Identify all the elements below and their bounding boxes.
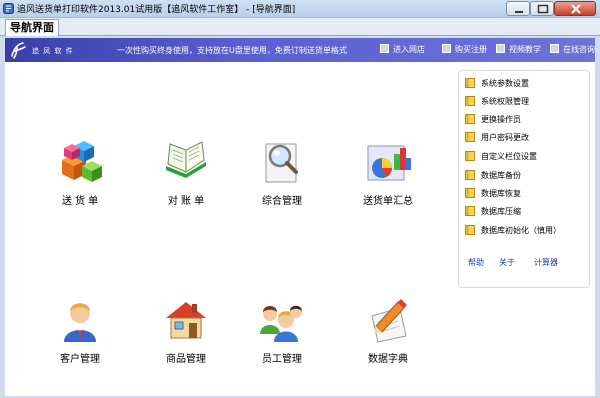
magnifier-icon (265, 143, 298, 183)
app-icon (3, 3, 14, 14)
tab-bar: 导航界面 (0, 18, 600, 36)
checkbox-icon (496, 44, 505, 53)
book-icon (465, 170, 475, 180)
logo-icon (11, 42, 26, 59)
person-icon (64, 303, 96, 342)
house-icon (166, 302, 206, 339)
people-icon (260, 305, 302, 342)
slogan-text: 一次性购买终身使用，支持放在U盘里使用，免费订制送货单格式 (117, 46, 347, 55)
book-icon (465, 78, 475, 88)
help-link[interactable]: 帮助 (468, 257, 484, 268)
book-icon (465, 132, 475, 142)
menu-item-db-restore[interactable]: 数据库恢复 (465, 188, 521, 200)
menu-item-system-params[interactable]: 系统参数设置 (465, 78, 529, 90)
tile-product-management[interactable]: 商品管理 (146, 296, 226, 374)
nav-register[interactable]: 购买注册 (442, 44, 487, 56)
tile-statement[interactable]: 对 账 单 (146, 138, 226, 216)
tile-delivery-summary[interactable]: 送货单汇总 (348, 138, 428, 216)
menu-item-permissions[interactable]: 系统权限管理 (465, 96, 529, 108)
tile-label: 对 账 单 (167, 196, 205, 207)
tile-label: 员工管理 (262, 354, 302, 365)
book-icon (465, 114, 475, 124)
pencil-paper-icon (371, 299, 407, 343)
tile-label: 送货单汇总 (363, 196, 413, 207)
system-menu-panel: 系统参数设置 系统权限管理 更换操作员 用户密码更改 自定义栏位设置 数据库备份… (458, 70, 590, 288)
close-icon (571, 4, 581, 14)
maximize-icon (537, 4, 549, 14)
book-icon (465, 225, 475, 235)
tile-label: 送 货 单 (61, 196, 99, 207)
cubes-icon (62, 141, 102, 182)
nav-video[interactable]: 视频教学 (496, 44, 541, 56)
nav-consult[interactable]: 在线咨询 (550, 44, 595, 56)
checkbox-icon (550, 44, 559, 53)
book-icon (465, 151, 475, 161)
menu-item-db-compress[interactable]: 数据库压缩 (465, 206, 521, 218)
checkbox-icon (442, 44, 451, 53)
tile-label: 客户管理 (60, 354, 100, 365)
title-bar: 追风送货单打印软件2013.01试用版【追风软件工作室】 - [导航界面] (0, 0, 600, 18)
open-book-icon (166, 141, 206, 178)
maximize-button[interactable] (530, 1, 554, 16)
nav-shop[interactable]: 进入网店 (380, 44, 425, 56)
tile-staff-management[interactable]: 员工管理 (242, 296, 322, 374)
checkbox-icon (380, 44, 389, 53)
calculator-link[interactable]: 计算器 (534, 257, 558, 268)
about-link[interactable]: 关于 (499, 257, 515, 268)
book-icon (465, 96, 475, 106)
menu-item-change-operator[interactable]: 更换操作员 (465, 114, 521, 126)
menu-item-custom-columns[interactable]: 自定义栏位设置 (465, 151, 537, 163)
chart-icon (367, 145, 411, 181)
tile-customer-management[interactable]: 客户管理 (40, 296, 120, 374)
tile-label: 数据字典 (368, 354, 408, 365)
main-area: 送 货 单 对 账 单 综合管理 送货单汇总 客户管理 商品管理 员工管理 数据… (5, 62, 595, 396)
menu-item-db-initialize[interactable]: 数据库初始化（慎用） (465, 225, 561, 237)
tile-delivery-note[interactable]: 送 货 单 (40, 138, 120, 216)
brand-text: 追 风 软 件 (32, 47, 74, 55)
banner: 追 风 软 件 一次性购买终身使用，支持放在U盘里使用，免费订制送货单格式 进入… (5, 38, 595, 62)
book-icon (465, 188, 475, 198)
tile-data-dictionary[interactable]: 数据字典 (348, 296, 428, 374)
book-icon (465, 206, 475, 216)
tile-general-management[interactable]: 综合管理 (242, 138, 322, 216)
minimize-button[interactable] (506, 1, 530, 16)
window-title: 追风送货单打印软件2013.01试用版【追风软件工作室】 - [导航界面] (17, 5, 296, 15)
menu-item-change-password[interactable]: 用户密码更改 (465, 132, 529, 144)
minimize-icon (515, 11, 523, 13)
close-button[interactable] (554, 1, 596, 16)
tab-navigation[interactable]: 导航界面 (5, 19, 59, 36)
tile-label: 综合管理 (262, 196, 302, 207)
menu-item-db-backup[interactable]: 数据库备份 (465, 170, 521, 182)
tile-label: 商品管理 (166, 354, 206, 365)
